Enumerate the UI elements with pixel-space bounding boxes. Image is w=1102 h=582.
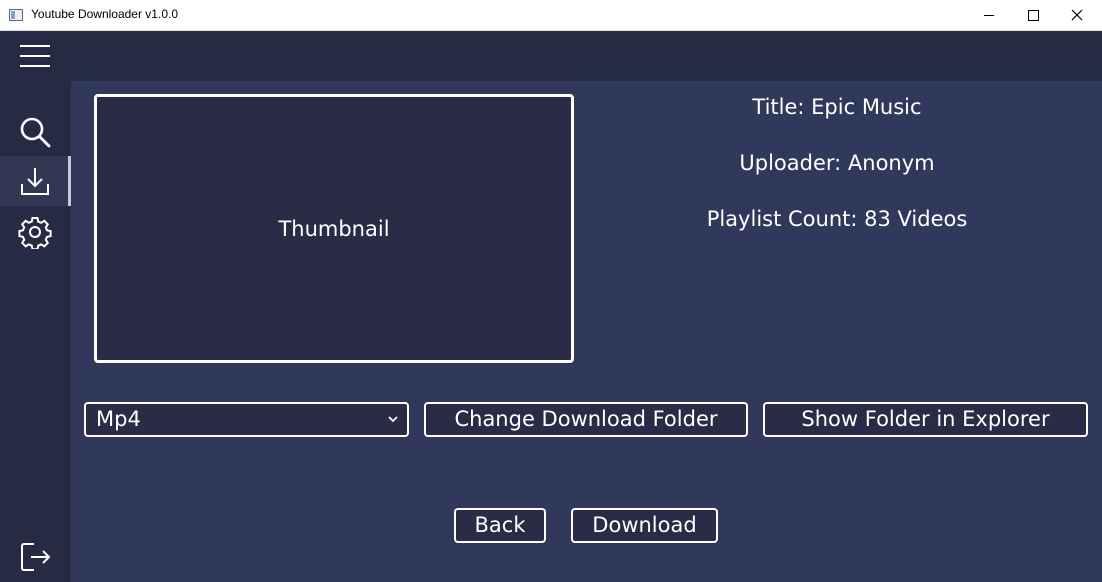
download-button[interactable]: Download [571, 508, 718, 543]
playlist-count: Playlist Count: 83 Videos [706, 207, 968, 231]
change-download-folder-button[interactable]: Change Download Folder [424, 402, 748, 437]
hamburger-line [20, 45, 50, 47]
video-thumbnail: Thumbnail [94, 94, 574, 363]
close-button[interactable] [1054, 0, 1100, 30]
thumbnail-label: Thumbnail [278, 216, 390, 241]
sidebar-item-download[interactable] [0, 156, 71, 206]
window-titlebar: Youtube Downloader v1.0.0 [0, 0, 1102, 31]
window-title: Youtube Downloader v1.0.0 [31, 7, 178, 21]
sidebar-item-exit[interactable] [0, 531, 71, 581]
search-icon [20, 117, 51, 148]
hamburger-menu-button[interactable] [20, 44, 52, 68]
hamburger-line [20, 55, 50, 57]
app-icon [9, 9, 23, 21]
close-icon [1071, 9, 1083, 21]
hamburger-line [20, 65, 50, 67]
back-button[interactable]: Back [454, 508, 546, 543]
app-header [0, 31, 1102, 81]
maximize-button[interactable] [1010, 0, 1056, 30]
format-select-value: Mp4 [96, 407, 141, 431]
show-folder-in-explorer-button[interactable]: Show Folder in Explorer [763, 402, 1088, 437]
sidebar-item-settings[interactable] [0, 206, 71, 256]
video-uploader: Uploader: Anonym [739, 151, 935, 175]
gear-icon [18, 217, 52, 249]
minimize-button[interactable] [966, 0, 1012, 30]
video-title: Title: Epic Music [752, 95, 922, 119]
chevron-down-icon [388, 416, 398, 423]
main-panel: Thumbnail Title: Epic Music Uploader: An… [71, 81, 1102, 582]
exit-icon [21, 543, 51, 571]
sidebar [0, 81, 71, 582]
download-icon [21, 168, 49, 195]
format-select[interactable]: Mp4 [84, 402, 409, 437]
sidebar-item-search[interactable] [0, 106, 71, 156]
